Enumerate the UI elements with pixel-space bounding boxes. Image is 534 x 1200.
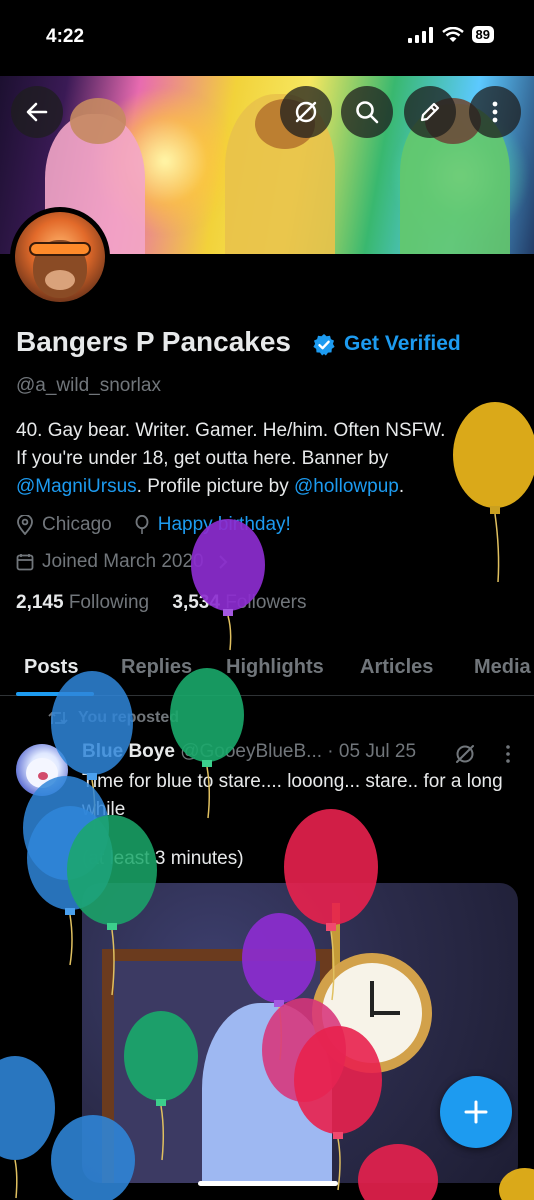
bio-line-1: 40. Gay bear. Writer. Gamer. He/him. Oft… xyxy=(16,420,446,441)
followers-count: 3,534 xyxy=(172,592,220,613)
post-author-name[interactable]: Blue Boye xyxy=(82,741,175,762)
following-label: Following xyxy=(68,592,150,613)
search-icon xyxy=(356,101,379,124)
repost-icon xyxy=(48,711,68,725)
follow-counts: 2,145 Following 3,534 Followers xyxy=(16,592,307,614)
followers-label: Followers xyxy=(225,592,307,613)
following-link[interactable]: 2,145 Following xyxy=(16,592,149,613)
plus-icon xyxy=(464,1100,488,1124)
post-more-icon[interactable] xyxy=(500,744,516,764)
arrow-left-icon xyxy=(26,102,48,122)
grok-post-icon[interactable] xyxy=(454,743,476,765)
tab-highlights[interactable]: Highlights xyxy=(226,656,324,679)
balloon xyxy=(0,1056,55,1199)
grok-button[interactable] xyxy=(280,86,332,138)
profile-tabs: Posts Replies Highlights Articles Media xyxy=(0,648,534,696)
more-vertical-icon xyxy=(492,101,498,123)
active-tab-indicator xyxy=(16,692,94,696)
status-bar: 4:22 89 xyxy=(0,0,534,76)
profile-bio: 40. Gay bear. Writer. Gamer. He/him. Oft… xyxy=(16,417,496,501)
banner-artist-mention[interactable]: @MagniUrsus xyxy=(16,476,137,497)
back-button[interactable] xyxy=(11,86,63,138)
post-author-handle[interactable]: @GooeyBlueB... xyxy=(180,741,322,762)
pfp-artist-mention[interactable]: @hollowpup xyxy=(294,476,399,497)
tab-replies[interactable]: Replies xyxy=(121,656,192,679)
repost-label: You reposted xyxy=(78,709,180,726)
home-indicator[interactable] xyxy=(198,1181,338,1186)
post-header: Blue Boye @GooeyBlueB... · 05 Jul 25 xyxy=(82,741,416,763)
profile-handle: @a_wild_snorlax xyxy=(16,375,161,396)
tab-media[interactable]: Media xyxy=(474,656,531,679)
bio-mid-text: . Profile picture by xyxy=(136,476,294,497)
more-button[interactable] xyxy=(469,86,521,138)
status-time: 4:22 xyxy=(46,26,85,47)
post-text: Time for blue to stare.... looong... sta… xyxy=(82,771,503,820)
status-icons: 89 xyxy=(407,26,494,43)
followers-link[interactable]: 3,534 Followers xyxy=(172,592,306,613)
profile-joined-row: Joined March 2020 xyxy=(16,551,228,573)
birthday-link[interactable]: Happy birthday! xyxy=(158,514,291,536)
signal-icon xyxy=(407,26,433,43)
profile-name: Bangers P Pancakes xyxy=(16,326,291,357)
media-character xyxy=(202,1003,332,1183)
battery-icon: 89 xyxy=(471,26,494,43)
search-button[interactable] xyxy=(341,86,393,138)
profile-location: Chicago xyxy=(42,514,112,535)
avatar-image xyxy=(15,212,105,302)
post-text-secondary: (at least 3 minutes) xyxy=(82,848,244,869)
edit-button[interactable] xyxy=(404,86,456,138)
bio-end-text: . xyxy=(398,476,405,497)
verified-badge-icon[interactable] xyxy=(312,333,336,357)
post-author-avatar[interactable] xyxy=(16,744,68,796)
pencil-icon xyxy=(420,102,440,122)
wifi-icon xyxy=(441,26,464,42)
location-pin-icon xyxy=(17,515,33,535)
repost-indicator: You reposted xyxy=(48,709,179,727)
get-verified-link[interactable]: Get Verified xyxy=(344,332,461,356)
media-clock xyxy=(312,953,432,1073)
tab-articles[interactable]: Articles xyxy=(360,656,433,679)
compose-post-button[interactable] xyxy=(440,1076,512,1148)
calendar-icon xyxy=(16,554,34,571)
bio-line-2: If you're under 18, get outta here. Bann… xyxy=(16,448,389,469)
following-count: 2,145 xyxy=(16,592,64,613)
chevron-right-icon[interactable] xyxy=(218,554,228,570)
profile-meta-row: Chicago Happy birthday! xyxy=(16,514,291,536)
post-date: · 05 Jul 25 xyxy=(327,741,417,762)
profile-avatar[interactable] xyxy=(10,207,110,307)
profile-joined: Joined March 2020 xyxy=(42,551,204,572)
grok-icon xyxy=(295,101,317,123)
balloon-icon xyxy=(135,515,149,534)
balloon xyxy=(191,519,265,651)
tab-posts[interactable]: Posts xyxy=(24,656,78,679)
